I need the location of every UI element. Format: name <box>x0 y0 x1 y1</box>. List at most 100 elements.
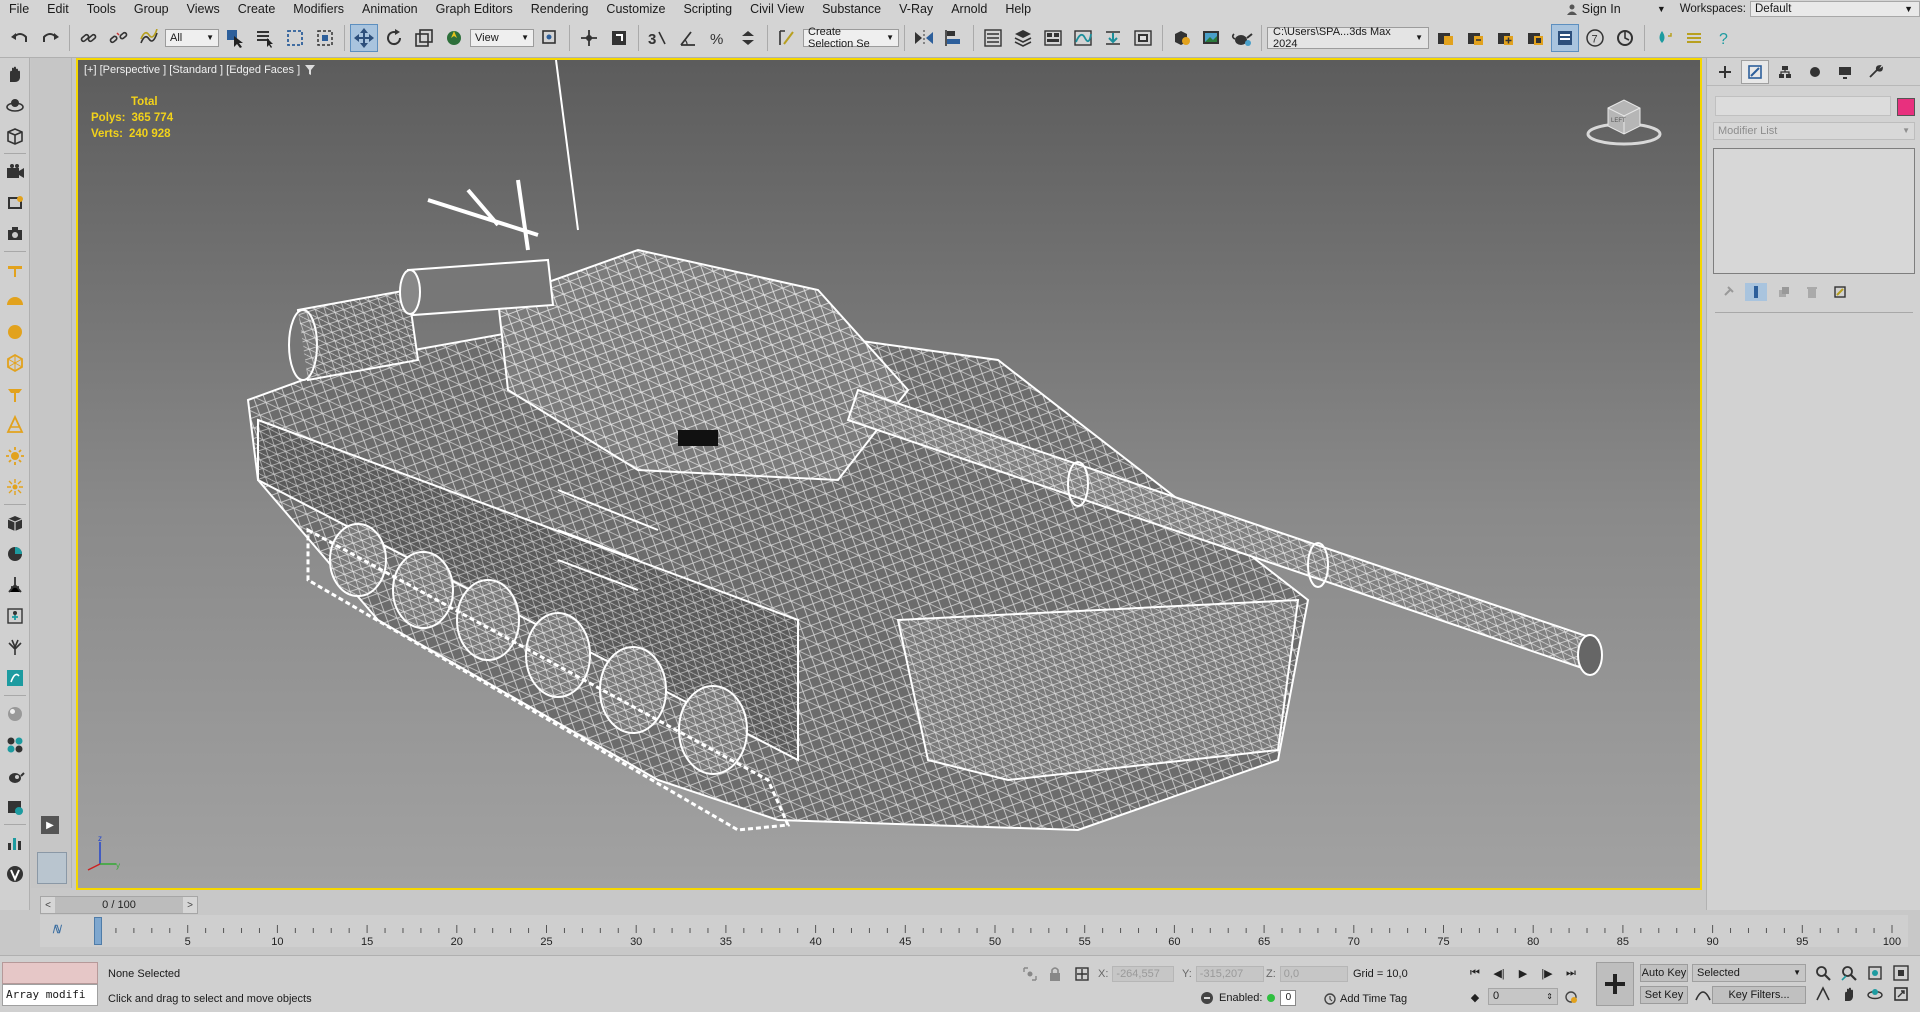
scene-explorer-button[interactable] <box>979 24 1007 52</box>
named-selection-set-dropdown[interactable]: Create Selection Se ▼ <box>803 26 899 50</box>
teal-tool-button[interactable] <box>1650 24 1678 52</box>
redo-button[interactable] <box>36 24 64 52</box>
time-configuration-button[interactable] <box>1560 988 1582 1006</box>
tank-wireframe-model[interactable] <box>78 60 1700 888</box>
set-key-big-button[interactable] <box>1596 962 1634 1006</box>
tab-display[interactable] <box>1831 60 1859 84</box>
menu-arnold[interactable]: Arnold <box>942 0 996 18</box>
go-to-start-button[interactable]: ⏮ <box>1464 964 1486 982</box>
dope-sheet-button[interactable] <box>1099 24 1127 52</box>
track-bar-filter-icon[interactable]: ℕ <box>52 923 61 936</box>
next-frame-button[interactable]: |▶ <box>1536 964 1558 982</box>
z-coordinate-field[interactable]: 0,0 <box>1279 966 1348 982</box>
remove-modifier-button[interactable] <box>1801 283 1823 301</box>
menu-modifiers[interactable]: Modifiers <box>284 0 353 18</box>
selection-filter-dropdown[interactable]: All ▼ <box>165 28 219 47</box>
prev-frame-arrow-icon[interactable]: < <box>41 897 55 913</box>
material-editor-button[interactable] <box>0 729 30 760</box>
material-sphere-button[interactable] <box>0 698 30 729</box>
keyboard-shortcut-override-button[interactable] <box>605 24 633 52</box>
create-project-button[interactable] <box>1491 24 1519 52</box>
link-button[interactable] <box>75 24 103 52</box>
track-bar[interactable]: 0510152025303540455055606570758085909510… <box>40 915 1908 947</box>
degradation-icon[interactable] <box>1200 991 1214 1005</box>
key-filters-button[interactable]: Key Filters... <box>1712 986 1806 1004</box>
menu-help[interactable]: Help <box>996 0 1040 18</box>
maxscript-listener-output[interactable] <box>2 962 98 984</box>
play-button[interactable]: ▶ <box>1512 964 1534 982</box>
freeform-tool-button[interactable] <box>0 58 30 89</box>
bone-tool-button[interactable] <box>0 569 30 600</box>
select-object-button[interactable] <box>221 24 249 52</box>
menu-group[interactable]: Group <box>125 0 178 18</box>
lock-icon[interactable] <box>1048 966 1062 982</box>
pin-stack-button[interactable] <box>1717 283 1739 301</box>
perspective-viewport[interactable]: [+] [Perspective ] [Standard ] [Edged Fa… <box>76 58 1702 890</box>
rectangular-selection-button[interactable] <box>281 24 309 52</box>
unlink-button[interactable] <box>105 24 133 52</box>
omni-light-button[interactable] <box>0 471 30 502</box>
object-color-swatch[interactable] <box>1897 98 1915 116</box>
stats-tool-button[interactable] <box>0 827 30 858</box>
select-and-scale-button[interactable] <box>410 24 438 52</box>
default-in-out-tangents-button[interactable] <box>1692 986 1714 1004</box>
object-name-field[interactable] <box>1715 96 1891 116</box>
open-project-button[interactable] <box>1431 24 1459 52</box>
foliage-tool-button[interactable] <box>0 631 30 662</box>
half-sphere-button[interactable] <box>0 285 30 316</box>
maxscript-mini-listener[interactable]: Array modifi <box>2 984 98 1006</box>
spot-light-button[interactable] <box>0 378 30 409</box>
render-setup-button[interactable] <box>1168 24 1196 52</box>
vray-logo-button[interactable] <box>0 858 30 889</box>
maximize-viewport-button[interactable] <box>1890 985 1912 1003</box>
expand-explorer-button[interactable]: ▶ <box>41 816 59 834</box>
absolute-mode-icon[interactable] <box>1074 966 1090 982</box>
plane-tool-button[interactable] <box>0 254 30 285</box>
time-tag-icon[interactable] <box>1324 993 1336 1005</box>
cube-tool-button[interactable] <box>0 507 30 538</box>
camera-tool-button[interactable] <box>0 156 30 187</box>
schematic-view-button[interactable] <box>1129 24 1157 52</box>
tab-hierarchy[interactable] <box>1771 60 1799 84</box>
layer-explorer-button[interactable] <box>1009 24 1037 52</box>
key-mode-toggle[interactable]: ◆ <box>1464 988 1486 1006</box>
select-and-rotate-button[interactable] <box>380 24 408 52</box>
current-frame-marker[interactable] <box>94 917 102 945</box>
zoom-extents-button[interactable] <box>1864 964 1886 982</box>
orbit-button[interactable] <box>1864 985 1886 1003</box>
menu-civil-view[interactable]: Civil View <box>741 0 813 18</box>
shaded-sphere-button[interactable] <box>0 538 30 569</box>
configure-modifier-sets-button[interactable] <box>1829 283 1851 301</box>
reference-coordinate-dropdown[interactable]: View ▼ <box>470 28 534 47</box>
help-search-button[interactable]: 7 <box>1581 24 1609 52</box>
field-of-view-button[interactable] <box>1812 985 1834 1003</box>
isolate-selection-icon[interactable] <box>1022 966 1038 982</box>
snaps-toggle-button[interactable]: 3 <box>644 24 672 52</box>
menu-scripting[interactable]: Scripting <box>674 0 741 18</box>
edit-named-selection-button[interactable] <box>773 24 801 52</box>
go-to-end-button[interactable]: ⏭ <box>1560 964 1582 982</box>
biped-tool-button[interactable] <box>0 600 30 631</box>
modifier-stack[interactable] <box>1713 148 1915 274</box>
current-frame-field[interactable]: 0 ⇕ <box>1488 988 1558 1005</box>
curve-editor-button[interactable] <box>1069 24 1097 52</box>
autodesk-assistant-button[interactable] <box>1611 24 1639 52</box>
menu-views[interactable]: Views <box>178 0 229 18</box>
toggle-scene-explorer-button[interactable] <box>1551 23 1579 52</box>
zoom-button[interactable] <box>1812 964 1834 982</box>
workspace-dropdown[interactable]: Default ▼ <box>1750 1 1920 17</box>
tab-modify[interactable] <box>1741 59 1769 84</box>
sun-light-button[interactable] <box>0 440 30 471</box>
camera-sequence-button[interactable] <box>0 187 30 218</box>
select-and-move-button[interactable] <box>350 23 378 52</box>
tab-create[interactable] <box>1711 60 1739 84</box>
undo-button[interactable] <box>6 24 34 52</box>
help-button[interactable]: ? <box>1710 24 1738 52</box>
explorer-thumbnail[interactable] <box>37 852 67 884</box>
next-frame-arrow-icon[interactable]: > <box>182 897 197 913</box>
select-and-place-button[interactable] <box>440 24 468 52</box>
modifier-list-dropdown[interactable]: Modifier List ▼ <box>1713 122 1915 140</box>
spinner-snap-button[interactable] <box>734 24 762 52</box>
zoom-extents-all-button[interactable] <box>1890 964 1912 982</box>
box-tool-button[interactable] <box>0 120 30 151</box>
